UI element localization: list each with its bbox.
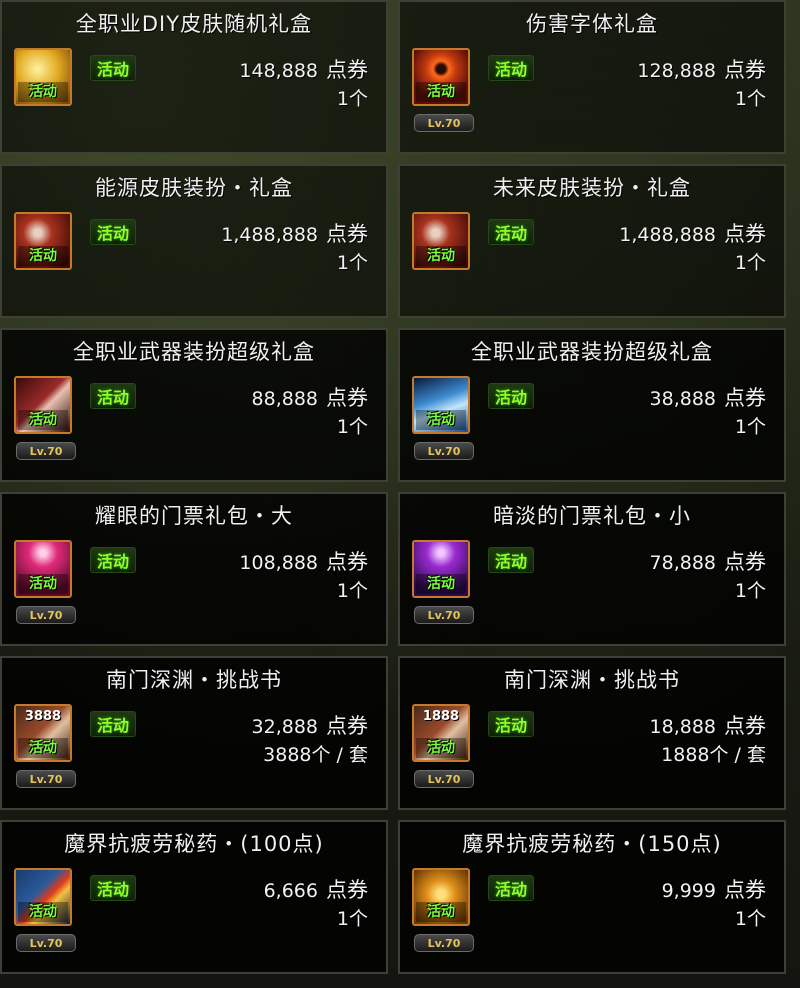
item-price: 18,888 点券 — [649, 714, 766, 738]
level-badge: Lv.70 — [16, 770, 76, 788]
energy-box-icon[interactable]: 活动 — [14, 212, 72, 270]
icon-event-tag: 活动 — [18, 574, 68, 594]
item-price: 9,999 点券 — [661, 878, 766, 902]
shop-item-card[interactable]: 南门深渊・挑战书 3888 活动 Lv.70 活动 32,888 点券 3888个… — [0, 656, 388, 810]
shop-item-card[interactable]: 全职业DIY皮肤随机礼盒 活动 活动 148,888 点券 1个 — [0, 0, 388, 154]
item-quantity: 1个 — [734, 416, 766, 438]
item-quantity: 1888个 / 套 — [661, 744, 766, 766]
icon-event-tag: 活动 — [18, 410, 68, 430]
potion-red-icon[interactable]: 活动 — [14, 868, 72, 926]
item-quantity: 1个 — [336, 580, 368, 602]
item-quantity: 1个 — [734, 252, 766, 274]
shop-item-card[interactable]: 暗淡的门票礼包・小 活动 Lv.70 活动 78,888 点券 1个 — [398, 492, 786, 646]
item-title: 南门深渊・挑战书 — [504, 668, 680, 692]
item-quantity: 1个 — [734, 88, 766, 110]
item-price: 32,888 点券 — [251, 714, 368, 738]
gold-box-icon[interactable]: 活动 — [14, 48, 72, 106]
level-badge: Lv.70 — [16, 934, 76, 952]
event-badge: 活动 — [488, 547, 534, 573]
event-badge: 活动 — [488, 219, 534, 245]
future-box-icon[interactable]: 活动 — [412, 212, 470, 270]
item-price: 78,888 点券 — [649, 550, 766, 574]
item-title: 未来皮肤装扮・礼盒 — [493, 176, 691, 200]
item-title: 伤害字体礼盒 — [526, 12, 658, 36]
icon-event-tag: 活动 — [416, 738, 466, 758]
item-title: 南门深渊・挑战书 — [106, 668, 282, 692]
level-badge: Lv.70 — [414, 114, 474, 132]
item-quantity: 1个 — [336, 252, 368, 274]
item-price: 108,888 点券 — [239, 550, 368, 574]
item-price: 1,488,888 点券 — [221, 222, 368, 246]
shop-item-card[interactable]: 耀眼的门票礼包・大 活动 Lv.70 活动 108,888 点券 1个 — [0, 492, 388, 646]
shop-item-card[interactable]: 全职业武器装扮超级礼盒 活动 Lv.70 活动 88,888 点券 1个 — [0, 328, 388, 482]
shop-item-card[interactable]: 全职业武器装扮超级礼盒 活动 Lv.70 活动 38,888 点券 1个 — [398, 328, 786, 482]
level-badge: Lv.70 — [414, 770, 474, 788]
item-title: 全职业武器装扮超级礼盒 — [73, 340, 315, 364]
item-price: 38,888 点券 — [649, 386, 766, 410]
ticket-purple-icon[interactable]: 活动 — [412, 540, 470, 598]
event-badge: 活动 — [488, 383, 534, 409]
icon-event-tag: 活动 — [18, 82, 68, 102]
item-quantity: 1个 — [734, 580, 766, 602]
item-title: 能源皮肤装扮・礼盒 — [95, 176, 293, 200]
icon-event-tag: 活动 — [18, 246, 68, 266]
icon-count: 1888 — [422, 709, 460, 724]
shop-item-card[interactable]: 魔界抗疲劳秘药・(100点) 活动 Lv.70 活动 6,666 点券 1个 — [0, 820, 388, 974]
event-badge: 活动 — [488, 875, 534, 901]
level-badge: Lv.70 — [414, 442, 474, 460]
icon-count: 3888 — [24, 709, 62, 724]
item-price: 128,888 点券 — [637, 58, 766, 82]
item-price: 88,888 点券 — [251, 386, 368, 410]
item-quantity: 1个 — [734, 908, 766, 930]
item-title: 耀眼的门票礼包・大 — [95, 504, 293, 528]
event-badge: 活动 — [90, 711, 136, 737]
shop-item-card[interactable]: 南门深渊・挑战书 1888 活动 Lv.70 活动 18,888 点券 1888个… — [398, 656, 786, 810]
icon-event-tag: 活动 — [18, 902, 68, 922]
shop-item-card[interactable]: 能源皮肤装扮・礼盒 活动 活动 1,488,888 点券 1个 — [0, 164, 388, 318]
level-badge: Lv.70 — [414, 606, 474, 624]
event-badge: 活动 — [90, 383, 136, 409]
fire-ring-icon[interactable]: 活动 — [412, 48, 470, 106]
item-quantity: 1个 — [336, 416, 368, 438]
challenge-book-icon[interactable]: 1888 活动 — [412, 704, 470, 762]
icon-event-tag: 活动 — [416, 574, 466, 594]
weapon-box-icon[interactable]: 活动 — [14, 376, 72, 434]
icon-event-tag: 活动 — [18, 738, 68, 758]
crystal-box-icon[interactable]: 活动 — [412, 376, 470, 434]
event-badge: 活动 — [488, 55, 534, 81]
item-title: 魔界抗疲劳秘药・(100点) — [64, 832, 324, 856]
icon-event-tag: 活动 — [416, 902, 466, 922]
shop-item-card[interactable]: 伤害字体礼盒 活动 Lv.70 活动 128,888 点券 1个 — [398, 0, 786, 154]
icon-event-tag: 活动 — [416, 82, 466, 102]
shop-item-grid: 全职业DIY皮肤随机礼盒 活动 活动 148,888 点券 1个 伤害字体礼盒 活… — [0, 0, 800, 988]
event-badge: 活动 — [90, 547, 136, 573]
item-title: 暗淡的门票礼包・小 — [493, 504, 691, 528]
level-badge: Lv.70 — [414, 934, 474, 952]
challenge-book-icon[interactable]: 3888 活动 — [14, 704, 72, 762]
ticket-pink-icon[interactable]: 活动 — [14, 540, 72, 598]
item-quantity: 1个 — [336, 908, 368, 930]
item-quantity: 3888个 / 套 — [263, 744, 368, 766]
item-price: 148,888 点券 — [239, 58, 368, 82]
item-price: 6,666 点券 — [263, 878, 368, 902]
potion-gold-icon[interactable]: 活动 — [412, 868, 470, 926]
event-badge: 活动 — [488, 711, 534, 737]
item-title: 全职业武器装扮超级礼盒 — [471, 340, 713, 364]
icon-event-tag: 活动 — [416, 410, 466, 430]
level-badge: Lv.70 — [16, 442, 76, 460]
shop-item-card[interactable]: 未来皮肤装扮・礼盒 活动 活动 1,488,888 点券 1个 — [398, 164, 786, 318]
level-badge: Lv.70 — [16, 606, 76, 624]
shop-item-card[interactable]: 魔界抗疲劳秘药・(150点) 活动 Lv.70 活动 9,999 点券 1个 — [398, 820, 786, 974]
event-badge: 活动 — [90, 875, 136, 901]
icon-event-tag: 活动 — [416, 246, 466, 266]
item-title: 魔界抗疲劳秘药・(150点) — [462, 832, 722, 856]
item-quantity: 1个 — [336, 88, 368, 110]
event-badge: 活动 — [90, 219, 136, 245]
event-badge: 活动 — [90, 55, 136, 81]
item-title: 全职业DIY皮肤随机礼盒 — [75, 12, 313, 36]
item-price: 1,488,888 点券 — [619, 222, 766, 246]
